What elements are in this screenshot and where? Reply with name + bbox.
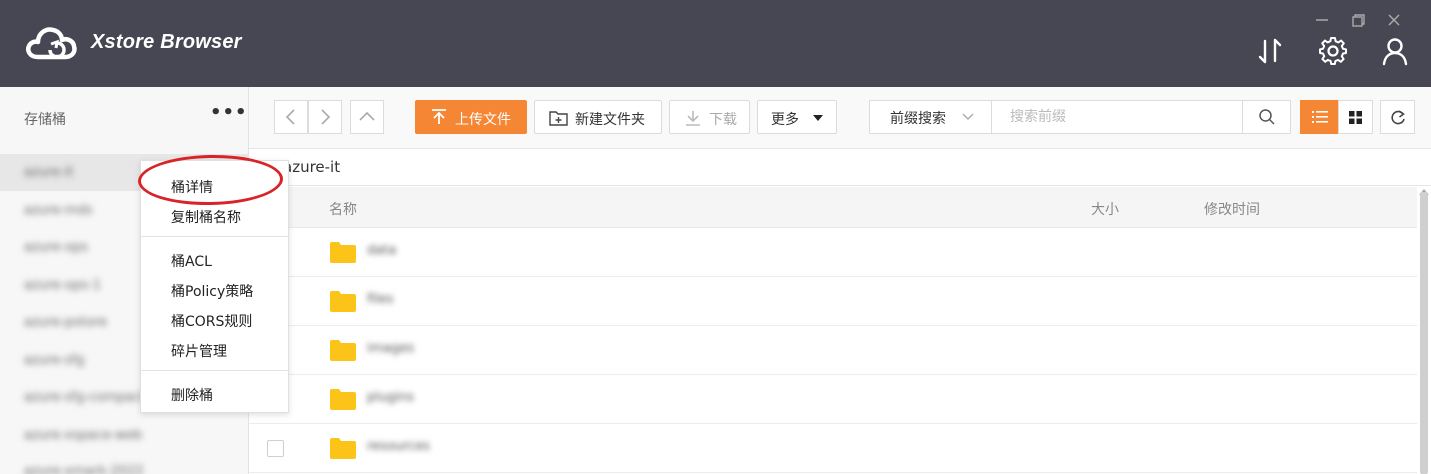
cloud-logo-icon [26,27,77,60]
menu-item-fragment-management[interactable]: 碎片管理 [171,341,227,361]
bucket-name: azure-mds [24,203,93,218]
file-name: images [367,341,415,356]
file-name: plugins [367,390,414,405]
more-dropdown[interactable]: 更多 [757,100,837,134]
folder-icon [330,389,356,410]
grid-view-button[interactable] [1338,100,1373,134]
bucket-item[interactable]: azure-xspace-web [0,417,249,454]
transfer-icon[interactable] [1255,36,1285,66]
vertical-scrollbar[interactable] [1420,192,1428,474]
table-row[interactable]: resources [249,424,1417,473]
menu-item-bucket-cors[interactable]: 桶CORS规则 [171,311,252,331]
table-row[interactable]: data [249,228,1417,277]
bucket-name: azure-xmark-2022 [24,464,144,474]
breadcrumb: azure-it [249,150,1431,186]
table-row[interactable]: images [249,326,1417,375]
menu-item-delete-bucket[interactable]: 删除桶 [171,385,213,405]
prefix-search-select[interactable]: 前缀搜索 [870,101,992,133]
list-view-icon [1312,111,1328,123]
list-view-button[interactable] [1300,100,1338,134]
bucket-name: azure-sfg [24,353,85,368]
row-checkbox[interactable] [267,440,284,457]
gear-icon[interactable] [1318,36,1348,66]
chevron-down-icon [962,113,974,120]
new-folder-icon [549,111,568,126]
title-bar: Xstore Browser [0,0,1431,87]
menu-divider [141,236,288,237]
chevron-right-icon [321,109,331,125]
up-button[interactable] [350,100,384,134]
refresh-icon [1391,110,1405,125]
menu-divider [141,370,288,371]
file-name: data [367,243,397,258]
menu-item-bucket-acl[interactable]: 桶ACL [171,251,212,271]
download-button[interactable]: 下载 [669,100,750,134]
menu-item-bucket-policy[interactable]: 桶Policy策略 [171,281,253,301]
table-row[interactable]: files [249,277,1417,326]
more-options-button[interactable]: ••• [210,104,247,128]
bucket-name: azure-it [24,165,74,180]
app-title: Xstore Browser [91,31,242,53]
bucket-name: azure-sfg-compact [24,390,146,405]
download-icon [686,111,700,126]
breadcrumb-path[interactable]: azure-it [283,158,340,176]
column-size-header[interactable]: 大小 [1091,199,1119,219]
user-icon[interactable] [1380,36,1410,66]
bucket-name: azure-potore [24,315,108,330]
toolbar: 上传文件 新建文件夹 下载 更多 前缀搜索 [249,87,1431,149]
bucket-name: azure-ops [24,240,88,255]
search-button[interactable] [1242,101,1290,133]
bucket-name: azure-xspace-web [24,428,143,443]
file-name: files [367,292,394,307]
folder-icon [330,242,356,263]
search-box: 前缀搜索 [869,100,1291,134]
folder-icon [330,291,356,312]
sidebar-title: 存储桶 [24,112,66,128]
upload-label: 上传文件 [455,112,511,128]
column-name-header[interactable]: 名称 [329,199,357,219]
more-label: 更多 [771,112,799,128]
restore-icon[interactable] [1348,10,1368,30]
grid-view-icon [1349,111,1362,124]
folder-icon [330,438,356,459]
chevron-left-icon [285,109,295,125]
caret-down-icon [813,115,823,121]
column-modified-header[interactable]: 修改时间 [1204,199,1260,219]
bucket-item[interactable]: azure-xmark-2022 [0,453,249,474]
minimize-icon[interactable] [1312,10,1332,30]
prefix-search-label: 前缀搜索 [890,111,946,127]
menu-item-copy-bucket-name[interactable]: 复制桶名称 [171,207,241,227]
upload-button[interactable]: 上传文件 [415,100,527,134]
file-name: resources [367,439,431,454]
refresh-button[interactable] [1380,100,1415,134]
back-button[interactable] [274,100,308,134]
chevron-up-icon [359,111,375,121]
folder-icon [330,340,356,361]
close-icon[interactable] [1384,10,1404,30]
upload-icon [432,109,446,124]
download-label: 下载 [709,112,737,128]
new-folder-label: 新建文件夹 [575,112,645,128]
file-table-header: 名称 大小 修改时间 [249,187,1417,228]
forward-button[interactable] [308,100,342,134]
search-icon [1259,109,1275,125]
table-row[interactable]: plugins [249,375,1417,424]
search-input[interactable] [992,101,1242,133]
bucket-name: azure-ops-1 [24,278,101,293]
new-folder-button[interactable]: 新建文件夹 [534,100,662,134]
